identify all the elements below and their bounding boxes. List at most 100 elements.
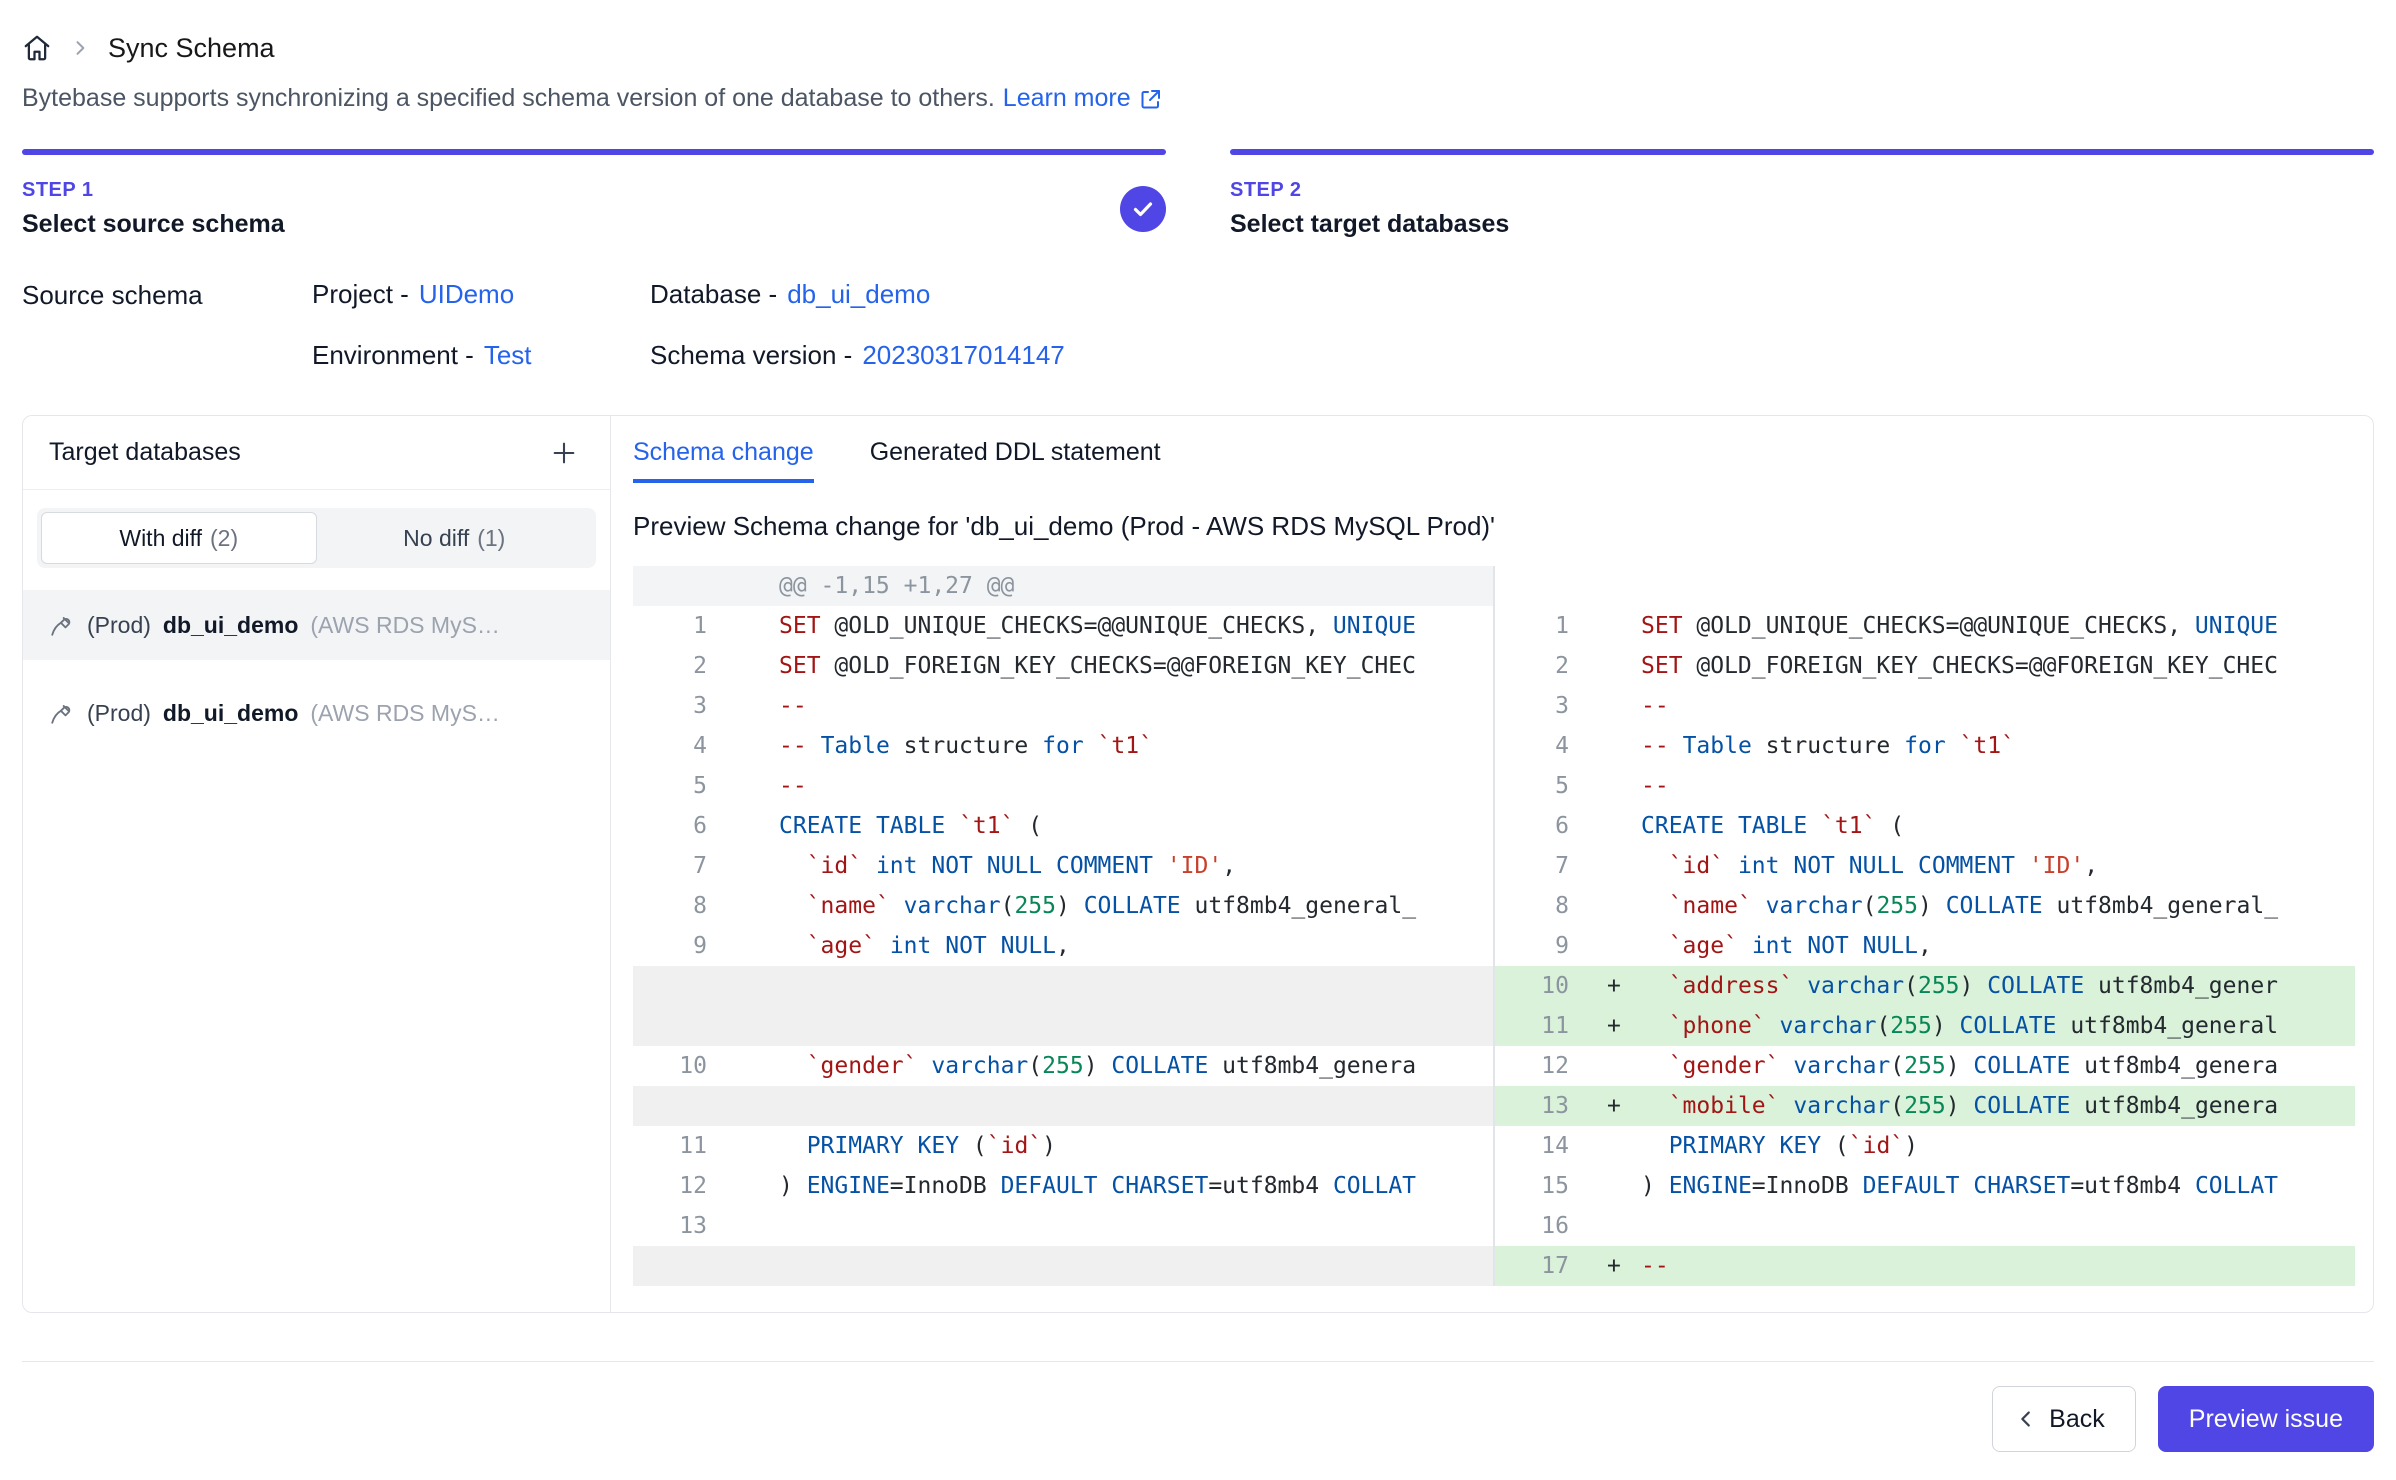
diff-code-line bbox=[1641, 1206, 2355, 1246]
diff-change-sign bbox=[1595, 1166, 1641, 1206]
tab-schema-change[interactable]: Schema change bbox=[633, 438, 814, 483]
diff-line-number: 11 bbox=[1495, 1006, 1595, 1046]
tab-no-diff-count: (1) bbox=[477, 525, 505, 552]
diff-change-sign bbox=[1595, 766, 1641, 806]
diff-code-line bbox=[779, 1006, 1493, 1046]
source-field-environment: Environment - Test bbox=[312, 340, 650, 371]
database-link[interactable]: db_ui_demo bbox=[787, 279, 930, 309]
diff-change-sign bbox=[1595, 606, 1641, 646]
diff-code-line: `name` varchar(255) COLLATE utf8mb4_gene… bbox=[779, 886, 1493, 926]
diff-code-line: `gender` varchar(255) COLLATE utf8mb4_ge… bbox=[1641, 1046, 2355, 1086]
home-icon[interactable] bbox=[22, 33, 52, 63]
source-schema-section: Source schema Project -UIDemo Database -… bbox=[22, 279, 2374, 371]
diff-code-line: PRIMARY KEY (`id`) bbox=[1641, 1126, 2355, 1166]
diff-row: 10+ `address` varchar(255) COLLATE utf8m… bbox=[1495, 966, 2355, 1006]
diff-line-number: 11 bbox=[633, 1126, 733, 1166]
learn-more-link[interactable]: Learn more bbox=[1003, 84, 1163, 113]
diff-change-sign bbox=[1595, 806, 1641, 846]
schema-version-link[interactable]: 20230317014147 bbox=[862, 340, 1064, 370]
diff-line-number: 1 bbox=[633, 606, 733, 646]
diff-filter-tabs: With diff (2) No diff (1) bbox=[37, 508, 596, 568]
environment-link[interactable]: Test bbox=[484, 340, 532, 370]
diff-code-line: `age` int NOT NULL, bbox=[1641, 926, 2355, 966]
diff-change-sign bbox=[733, 846, 779, 886]
database-engine-icon bbox=[49, 700, 75, 726]
diff-code-line: `phone` varchar(255) COLLATE utf8mb4_gen… bbox=[1641, 1006, 2355, 1046]
diff-change-sign bbox=[733, 686, 779, 726]
preview-issue-button[interactable]: Preview issue bbox=[2158, 1386, 2374, 1452]
diff-row: 2SET @OLD_FOREIGN_KEY_CHECKS=@@FOREIGN_K… bbox=[633, 646, 1493, 686]
main-panel: Target databases With diff (2) No diff (… bbox=[22, 415, 2374, 1313]
footer-actions: Back Preview issue bbox=[22, 1362, 2374, 1452]
diff-row: 11 PRIMARY KEY (`id`) bbox=[633, 1126, 1493, 1166]
source-field-environment-label: Environment - bbox=[312, 340, 474, 370]
diff-row: @@ -1,15 +1,27 @@ bbox=[633, 566, 1493, 606]
diff-code-line bbox=[779, 1206, 1493, 1246]
source-field-schema-version: Schema version -20230317014147 bbox=[650, 340, 1065, 371]
diff-change-sign bbox=[733, 886, 779, 926]
check-icon bbox=[1131, 197, 1155, 221]
diff-row: 8 `name` varchar(255) COLLATE utf8mb4_ge… bbox=[1495, 886, 2355, 926]
diff-code-line: `age` int NOT NULL, bbox=[779, 926, 1493, 966]
diff-row: 5-- bbox=[1495, 766, 2355, 806]
diff-row: 12) ENGINE=InnoDB DEFAULT CHARSET=utf8mb… bbox=[633, 1166, 1493, 1206]
intro-text: Bytebase supports synchronizing a specif… bbox=[22, 84, 995, 113]
diff-row bbox=[1495, 566, 2355, 606]
project-link[interactable]: UIDemo bbox=[419, 279, 514, 309]
item-environment: (Prod) bbox=[87, 612, 151, 639]
tab-no-diff-label: No diff bbox=[403, 525, 469, 552]
diff-line-number bbox=[633, 1006, 733, 1046]
diff-change-sign bbox=[1595, 1126, 1641, 1166]
diff-code-line: -- Table structure for `t1` bbox=[1641, 726, 2355, 766]
diff-code-line: SET @OLD_FOREIGN_KEY_CHECKS=@@FOREIGN_KE… bbox=[779, 646, 1493, 686]
diff-code-line: -- bbox=[1641, 766, 2355, 806]
diff-change-sign bbox=[733, 1166, 779, 1206]
diff-change-sign bbox=[733, 966, 779, 1006]
diff-line-number: 3 bbox=[633, 686, 733, 726]
diff-line-number: 7 bbox=[1495, 846, 1595, 886]
intro-text-row: Bytebase supports synchronizing a specif… bbox=[22, 84, 2374, 113]
chevron-left-icon bbox=[2015, 1408, 2037, 1430]
diff-code-line: SET @OLD_FOREIGN_KEY_CHECKS=@@FOREIGN_KE… bbox=[1641, 646, 2355, 686]
step-1-bar bbox=[22, 149, 1166, 155]
diff-row: 3-- bbox=[1495, 686, 2355, 726]
tab-generated-ddl[interactable]: Generated DDL statement bbox=[870, 438, 1161, 483]
diff-change-sign bbox=[1595, 686, 1641, 726]
diff-change-sign: + bbox=[1595, 1006, 1641, 1046]
diff-line-number: 13 bbox=[633, 1206, 733, 1246]
diff-change-sign bbox=[733, 926, 779, 966]
source-field-project: Project -UIDemo bbox=[312, 279, 650, 310]
diff-row: 9 `age` int NOT NULL, bbox=[1495, 926, 2355, 966]
diff-row: 6 CREATE TABLE `t1` ( bbox=[1495, 806, 2355, 846]
diff-code-line: -- bbox=[1641, 686, 2355, 726]
diff-line-number: 6 bbox=[1495, 806, 1595, 846]
tab-no-diff[interactable]: No diff (1) bbox=[317, 512, 593, 564]
diff-change-sign bbox=[733, 1006, 779, 1046]
diff-line-number: 4 bbox=[1495, 726, 1595, 766]
diff-change-sign bbox=[733, 606, 779, 646]
add-target-database-button[interactable] bbox=[544, 433, 584, 473]
diff-change-sign bbox=[733, 646, 779, 686]
step-1-title: Select source schema bbox=[22, 210, 285, 239]
diff-row: 9 `age` int NOT NULL, bbox=[633, 926, 1493, 966]
target-databases-title: Target databases bbox=[49, 438, 241, 467]
schema-diff-editor[interactable]: @@ -1,15 +1,27 @@1SET @OLD_UNIQUE_CHECKS… bbox=[633, 566, 2355, 1286]
diff-row: 8 `name` varchar(255) COLLATE utf8mb4_ge… bbox=[633, 886, 1493, 926]
diff-line-number: 7 bbox=[633, 846, 733, 886]
diff-code-line bbox=[779, 966, 1493, 1006]
diff-row: 4-- Table structure for `t1` bbox=[633, 726, 1493, 766]
target-database-item[interactable]: (Prod) db_ui_demo (AWS RDS MyS… bbox=[23, 678, 610, 748]
diff-code-line: -- bbox=[779, 686, 1493, 726]
tab-with-diff[interactable]: With diff (2) bbox=[41, 512, 317, 564]
target-database-item[interactable]: (Prod) db_ui_demo (AWS RDS MyS… bbox=[23, 590, 610, 660]
step-2: STEP 2 Select target databases bbox=[1230, 149, 2374, 239]
diff-change-sign bbox=[1595, 1206, 1641, 1246]
diff-change-sign bbox=[733, 806, 779, 846]
diff-row: 4 -- Table structure for `t1` bbox=[1495, 726, 2355, 766]
diff-code-line: -- bbox=[779, 766, 1493, 806]
diff-code-line: CREATE TABLE `t1` ( bbox=[1641, 806, 2355, 846]
breadcrumb: Sync Schema bbox=[22, 0, 2374, 70]
diff-change-sign bbox=[733, 1046, 779, 1086]
diff-line-number bbox=[633, 566, 733, 606]
back-button[interactable]: Back bbox=[1992, 1386, 2136, 1452]
